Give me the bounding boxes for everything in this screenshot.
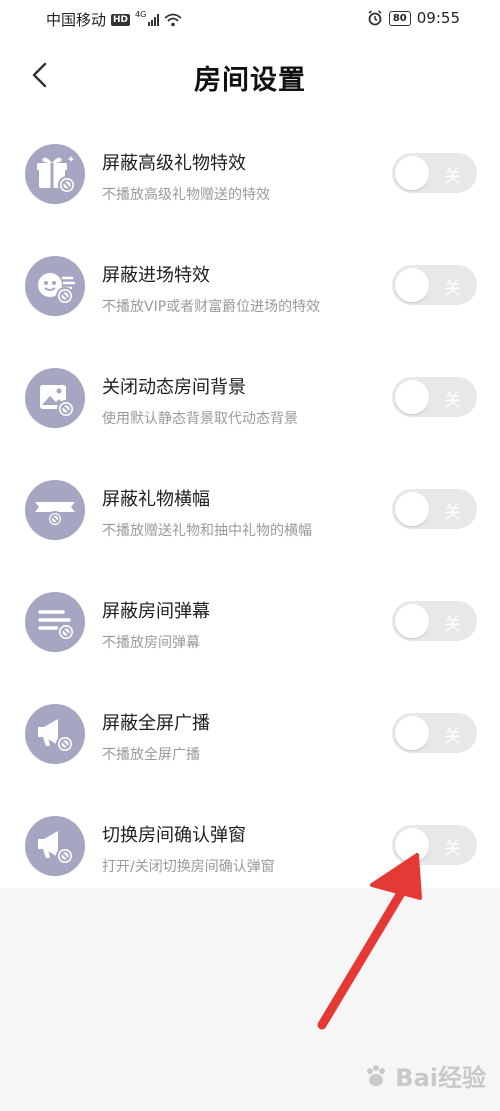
setting-title: 切换房间确认弹窗 <box>102 825 246 846</box>
setting-title: 关闭动态房间背景 <box>102 377 246 398</box>
watermark-text: Bai经验 <box>395 1064 486 1092</box>
toggle-state-label: 关 <box>444 391 461 411</box>
fullscreen-broadcast-toggle[interactable]: 关 <box>392 713 477 753</box>
toggle-state-label: 关 <box>444 839 461 859</box>
danmaku-toggle[interactable]: 关 <box>392 601 477 641</box>
setting-title: 屏蔽礼物横幅 <box>102 489 210 510</box>
toggle-knob <box>395 828 429 862</box>
status-bar: 中国移动 HD 4G 80 09:55 <box>0 0 500 38</box>
dynamic-background-toggle[interactable]: 关 <box>392 377 477 417</box>
setting-description: 不播放高级礼物赠送的特效 <box>102 187 270 203</box>
broadcast-block-icon <box>25 816 85 876</box>
toggle-state-label: 关 <box>444 279 461 299</box>
setting-row-gift-effects: 屏蔽高级礼物特效 不播放高级礼物赠送的特效 关 <box>0 116 500 228</box>
toggle-knob <box>395 716 429 750</box>
carrier-name: 中国移动 <box>46 11 107 29</box>
toggle-knob <box>395 380 429 414</box>
setting-description: 使用默认静态背景取代动态背景 <box>102 411 298 427</box>
background-block-icon <box>25 368 85 428</box>
setting-description: 打开/关闭切换房间确认弹窗 <box>102 859 275 875</box>
toggle-knob <box>395 156 429 190</box>
setting-description: 不播放全屏广播 <box>102 747 200 763</box>
setting-title: 屏蔽房间弹幕 <box>102 601 210 622</box>
setting-row-danmaku: 屏蔽房间弹幕 不播放房间弹幕 关 <box>0 564 500 676</box>
toggle-knob <box>395 492 429 526</box>
toggle-state-label: 关 <box>444 503 461 523</box>
toggle-knob <box>395 268 429 302</box>
switch-room-confirm-toggle[interactable]: 关 <box>392 825 477 865</box>
entry-effect-block-icon <box>25 256 85 316</box>
entry-effects-toggle[interactable]: 关 <box>392 265 477 305</box>
setting-row-fullscreen-broadcast: 屏蔽全屏广播 不播放全屏广播 关 <box>0 676 500 788</box>
gift-effects-toggle[interactable]: 关 <box>392 153 477 193</box>
setting-row-gift-banner: 屏蔽礼物横幅 不播放赠送礼物和抽中礼物的横幅 关 <box>0 452 500 564</box>
gift-block-icon <box>25 144 85 204</box>
setting-row-switch-room-confirm: 切换房间确认弹窗 打开/关闭切换房间确认弹窗 关 <box>0 788 500 900</box>
setting-title: 屏蔽全屏广播 <box>102 713 210 734</box>
paw-logo-icon <box>367 1064 386 1086</box>
setting-title: 屏蔽高级礼物特效 <box>102 153 246 174</box>
wifi-icon <box>164 13 182 26</box>
gift-banner-toggle[interactable]: 关 <box>392 489 477 529</box>
network-type: 4G <box>135 10 147 19</box>
toggle-state-label: 关 <box>444 615 461 635</box>
danmaku-block-icon <box>25 592 85 652</box>
hd-badge: HD <box>111 13 131 26</box>
page-title: 房间设置 <box>194 65 306 96</box>
toggle-knob <box>395 604 429 638</box>
alarm-icon <box>368 10 382 26</box>
broadcast-block-icon <box>25 704 85 764</box>
nav-header: 房间设置 <box>0 38 500 116</box>
setting-description: 不播放赠送礼物和抽中礼物的横幅 <box>102 523 312 539</box>
setting-description: 不播放VIP或者财富爵位进场的特效 <box>102 299 321 315</box>
setting-title: 屏蔽进场特效 <box>102 265 210 286</box>
toggle-state-label: 关 <box>444 167 461 187</box>
clock: 09:55 <box>416 9 460 27</box>
banner-block-icon <box>25 480 85 540</box>
toggle-state-label: 关 <box>444 727 461 747</box>
setting-row-entry-effects: 屏蔽进场特效 不播放VIP或者财富爵位进场的特效 关 <box>0 228 500 340</box>
baidu-watermark: Bai经验 <box>363 1058 486 1093</box>
setting-description: 不播放房间弹幕 <box>102 635 200 651</box>
battery-indicator: 80 <box>388 10 411 26</box>
setting-row-dynamic-background: 关闭动态房间背景 使用默认静态背景取代动态背景 关 <box>0 340 500 452</box>
signal-icon <box>148 13 160 26</box>
